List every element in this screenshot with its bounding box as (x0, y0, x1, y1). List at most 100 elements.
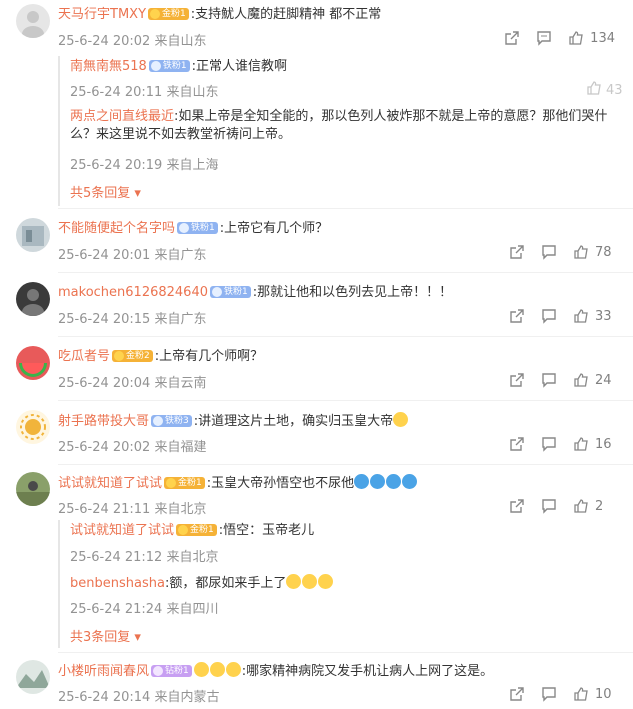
share-icon[interactable] (507, 497, 527, 515)
laugh-emoji-icon (209, 662, 225, 677)
caret-down-icon: ▾ (134, 186, 141, 201)
avatar[interactable] (16, 472, 50, 506)
comment-text: :那就让他和以色列去见上帝！！！ (252, 285, 453, 300)
comment-icon[interactable] (539, 685, 559, 703)
comment-text: :哪家精神病院又发手机让病人上网了这是。 (241, 664, 494, 679)
more-replies-link[interactable]: 共5条回复 ▾ (70, 182, 141, 201)
like-count: 24 (595, 372, 612, 388)
thumbs-up-icon[interactable] (571, 371, 591, 389)
comment-location: 来自广东 (154, 312, 207, 327)
reply-time: 25-6-24 20:11 (70, 85, 163, 100)
username[interactable]: 试试就知道了试试 (58, 476, 162, 491)
comment-location: 来自北京 (154, 502, 207, 517)
username[interactable]: 不能随便起个名字吗 (58, 221, 175, 236)
comment-time: 25-6-24 20:01 (58, 248, 151, 263)
comment-icon[interactable] (539, 243, 559, 261)
username[interactable]: 天马行宇TMXY (58, 7, 146, 22)
tears-emoji-icon (302, 574, 318, 589)
fan-badge[interactable]: 钻粉1 (151, 665, 192, 677)
reply-time: 25-6-24 21:24 (70, 602, 163, 617)
comment-icon[interactable] (539, 307, 559, 325)
thumbs-up-icon[interactable] (571, 435, 591, 453)
comment-time: 25-6-24 20:04 (58, 376, 151, 391)
thumbs-up-icon[interactable] (586, 80, 602, 100)
caret-down-icon: ▾ (134, 630, 141, 645)
like-count: 78 (595, 244, 612, 260)
share-icon[interactable] (507, 307, 527, 325)
comment-time: 25-6-24 20:15 (58, 312, 151, 327)
fan-badge[interactable]: 铁粉3 (151, 415, 192, 427)
grin-emoji-icon (393, 412, 409, 427)
avatar[interactable] (16, 346, 50, 380)
fan-badge[interactable]: 金粉1 (176, 524, 217, 536)
laugh-emoji-icon (225, 662, 241, 677)
avatar[interactable] (16, 660, 50, 694)
reply-location: 来自四川 (166, 602, 219, 617)
username[interactable]: 吃瓜者号 (58, 349, 110, 364)
divider (58, 208, 633, 209)
tears-emoji-icon (286, 574, 302, 589)
doraemon-emoji-icon (354, 474, 370, 489)
thumbs-up-icon[interactable] (571, 243, 591, 261)
username[interactable]: benbenshasha (70, 576, 165, 591)
thumbs-up-icon[interactable] (566, 29, 586, 47)
reply-location: 来自上海 (166, 158, 219, 173)
comment-time: 25-6-24 20:02 (58, 34, 151, 49)
fan-badge[interactable]: 金粉2 (112, 350, 153, 362)
avatar[interactable] (16, 4, 50, 38)
thumbs-up-icon[interactable] (571, 685, 591, 703)
username[interactable]: 南無南無518 (70, 59, 147, 74)
avatar[interactable] (16, 410, 50, 444)
reply-time: 25-6-24 21:12 (70, 550, 163, 565)
share-icon[interactable] (507, 243, 527, 261)
fan-badge[interactable]: 铁粉1 (177, 222, 218, 234)
avatar[interactable] (16, 218, 50, 252)
like-count: 10 (595, 686, 612, 702)
avatar[interactable] (16, 282, 50, 316)
comment-time: 25-6-24 20:14 (58, 690, 151, 705)
fan-badge[interactable]: 金粉1 (148, 8, 189, 20)
share-icon[interactable] (507, 435, 527, 453)
comment-text: :玉皇大帝孙悟空也不尿他 (206, 476, 355, 491)
like-count: 43 (606, 82, 623, 98)
username[interactable]: 两点之间直线最近 (70, 109, 174, 124)
reply-time: 25-6-24 20:19 (70, 158, 163, 173)
comment-icon[interactable] (539, 435, 559, 453)
comment-location: 来自山东 (154, 34, 207, 49)
fan-badge[interactable]: 铁粉1 (148, 60, 190, 72)
like-count: 33 (595, 308, 612, 324)
reply-text: :正常人谁信教啊 (191, 59, 287, 74)
comment-location: 来自内蒙古 (154, 690, 220, 705)
more-replies-link[interactable]: 共3条回复 ▾ (70, 626, 141, 645)
comment-text: :讲道理这片土地，确实归玉皇大帝 (193, 414, 394, 429)
reply-list: 南無南無518 铁粉1:正常人谁信教啊 25-6-24 20:11 来自山东 43… (58, 56, 623, 206)
share-icon[interactable] (507, 685, 527, 703)
divider (58, 272, 633, 273)
fan-badge[interactable]: 铁粉1 (209, 286, 251, 298)
fan-badge[interactable]: 金粉1 (164, 477, 205, 489)
share-icon[interactable] (507, 371, 527, 389)
divider (58, 652, 633, 653)
reply-location: 来自北京 (166, 550, 219, 565)
username[interactable]: 射手路带投大哥 (58, 414, 149, 429)
thumbs-up-icon[interactable] (571, 497, 591, 515)
username[interactable]: makochen6126824640 (58, 285, 208, 300)
doraemon-emoji-icon (386, 474, 402, 489)
doraemon-emoji-icon (370, 474, 386, 489)
share-icon[interactable] (502, 29, 522, 47)
comment-icon[interactable] (539, 371, 559, 389)
comment-text: :上帝有几个师啊？ (154, 349, 264, 364)
tears-emoji-icon (318, 574, 334, 589)
comment-time: 25-6-24 21:11 (58, 502, 151, 517)
username[interactable]: 小楼听雨闻春风 (58, 664, 149, 679)
comment-location: 来自广东 (154, 248, 207, 263)
reply-text: :悟空：玉帝老儿 (218, 523, 315, 538)
comment-icon[interactable] (534, 29, 554, 47)
reply-text: :额，都尿如来手上了 (164, 576, 287, 591)
comment-icon[interactable] (539, 497, 559, 515)
doraemon-emoji-icon (402, 474, 418, 489)
divider (58, 336, 633, 337)
thumbs-up-icon[interactable] (571, 307, 591, 325)
divider (58, 400, 633, 401)
username[interactable]: 试试就知道了试试 (70, 523, 174, 538)
